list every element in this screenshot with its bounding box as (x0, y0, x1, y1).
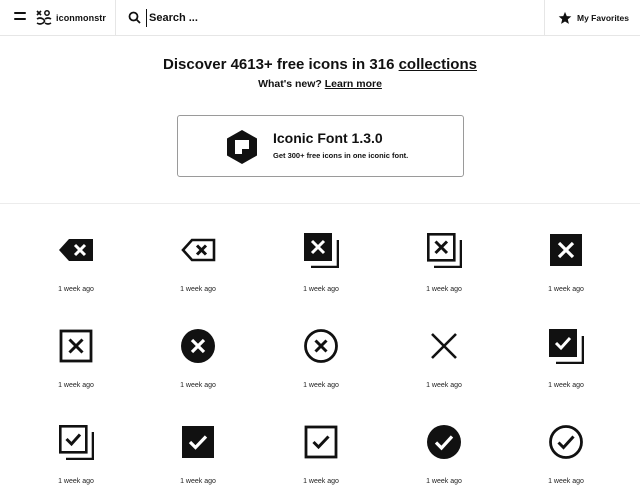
icon-timestamp: 1 week ago (548, 382, 584, 389)
learn-more-link[interactable]: Learn more (325, 78, 382, 90)
icon-timestamp: 1 week ago (303, 478, 339, 485)
icon-timestamp: 1 week ago (180, 382, 216, 389)
icon-card[interactable]: 1 week ago (257, 402, 385, 497)
site-header: iconmonstr My Favorites (0, 0, 640, 36)
icon-timestamp: 1 week ago (548, 478, 584, 485)
icon-card[interactable]: 1 week ago (380, 306, 508, 401)
icon-card[interactable]: 1 week ago (134, 210, 262, 305)
x-circle-filled-icon (181, 329, 215, 363)
hero-title-text: Discover 4613+ free icons in 316 (163, 56, 399, 73)
delete-filled-icon (59, 239, 93, 261)
icon-timestamp: 1 week ago (58, 478, 94, 485)
promo-description: Get 300+ free icons in one iconic font. (273, 151, 409, 160)
iconmonstr-logo-icon (36, 10, 52, 25)
menu-line (14, 12, 26, 14)
star-icon (558, 11, 572, 24)
whats-new: What's new? Learn more (0, 78, 640, 90)
icon-timestamp: 1 week ago (58, 286, 94, 293)
check-stacked-filled-icon (549, 329, 584, 364)
icon-card[interactable]: 1 week ago (257, 306, 385, 401)
whats-new-text: What's new? (258, 78, 325, 90)
iconic-font-promo-card[interactable]: Iconic Font 1.3.0 Get 300+ free icons in… (177, 115, 464, 177)
promo-title: Iconic Font 1.3.0 (273, 130, 383, 146)
my-favorites-label: My Favorites (577, 13, 629, 23)
icon-card[interactable]: 1 week ago (12, 210, 140, 305)
check-circle-outline-icon (549, 425, 583, 459)
x-square-filled-icon (550, 234, 582, 266)
icon-timestamp: 1 week ago (303, 382, 339, 389)
collections-link[interactable]: collections (399, 56, 477, 73)
icon-card[interactable]: 1 week ago (502, 210, 630, 305)
header-divider (115, 0, 116, 36)
delete-outline-icon (181, 238, 216, 262)
x-square-outline-icon (59, 329, 93, 363)
section-divider (0, 203, 640, 204)
icon-timestamp: 1 week ago (548, 286, 584, 293)
icon-card[interactable]: 1 week ago (502, 402, 630, 497)
icon-timestamp: 1 week ago (303, 286, 339, 293)
hero-title: Discover 4613+ free icons in 316 collect… (0, 56, 640, 73)
check-circle-filled-icon (427, 425, 461, 459)
icon-card[interactable]: 1 week ago (12, 306, 140, 401)
icon-timestamp: 1 week ago (58, 382, 94, 389)
search-input[interactable] (146, 9, 526, 27)
icon-card[interactable]: 1 week ago (134, 306, 262, 401)
menu-line (14, 18, 26, 20)
icon-card[interactable]: 1 week ago (257, 210, 385, 305)
icon-timestamp: 1 week ago (180, 286, 216, 293)
site-logo[interactable]: iconmonstr (36, 8, 106, 28)
x-stacked-filled-icon (304, 233, 339, 268)
icon-card[interactable]: 1 week ago (134, 402, 262, 497)
icon-card[interactable]: 1 week ago (380, 210, 508, 305)
icon-card[interactable]: 1 week ago (502, 306, 630, 401)
x-mark-icon (431, 333, 457, 359)
icon-card[interactable]: 1 week ago (12, 402, 140, 497)
icon-timestamp: 1 week ago (426, 382, 462, 389)
menu-button[interactable] (14, 12, 26, 22)
search-icon[interactable] (128, 11, 141, 24)
check-square-outline-icon (304, 425, 338, 459)
check-square-filled-icon (182, 426, 214, 458)
logo-text: iconmonstr (56, 13, 107, 23)
my-favorites-button[interactable]: My Favorites (545, 0, 640, 36)
check-stacked-outline-icon (58, 424, 94, 460)
icon-timestamp: 1 week ago (426, 286, 462, 293)
icon-timestamp: 1 week ago (180, 478, 216, 485)
icon-timestamp: 1 week ago (426, 478, 462, 485)
x-circle-outline-icon (304, 329, 338, 363)
icon-card[interactable]: 1 week ago (380, 402, 508, 497)
iconic-font-logo-icon (227, 130, 257, 164)
x-stacked-outline-icon (426, 232, 462, 268)
